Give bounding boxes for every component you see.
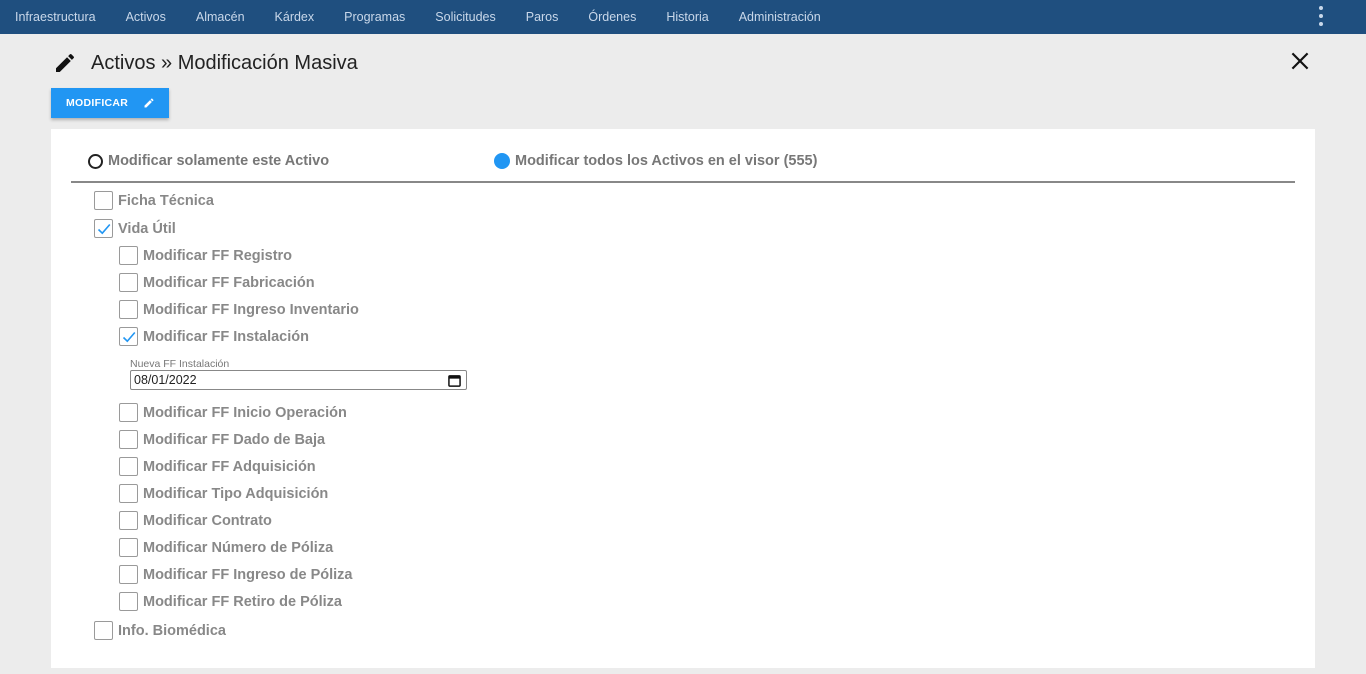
checkbox-ff-inicio-operacion[interactable]: Modificar FF Inicio Operación bbox=[119, 403, 347, 422]
close-icon[interactable] bbox=[1287, 48, 1313, 74]
checkbox-box[interactable] bbox=[119, 430, 138, 449]
checkbox-box[interactable] bbox=[119, 592, 138, 611]
checkbox-label: Modificar Tipo Adquisición bbox=[143, 485, 329, 502]
checkbox-label: Modificar FF Ingreso de Póliza bbox=[143, 566, 353, 583]
radio-modify-single-label: Modificar solamente este Activo bbox=[108, 153, 330, 169]
checkbox-box[interactable] bbox=[119, 300, 138, 319]
modify-button-label: MODIFICAR bbox=[66, 97, 129, 109]
checkbox-box[interactable] bbox=[119, 273, 138, 292]
checkbox-label: Modificar FF Adquisición bbox=[143, 458, 316, 475]
checkbox-box[interactable] bbox=[119, 565, 138, 584]
divider bbox=[71, 181, 1295, 183]
checkbox-label: Modificar Contrato bbox=[143, 512, 272, 529]
page-title: Activos » Modificación Masiva bbox=[91, 51, 358, 74]
nav-item-ordenes[interactable]: Órdenes bbox=[573, 0, 651, 34]
page-header: Activos » Modificación Masiva bbox=[53, 48, 358, 78]
checkbox-box[interactable] bbox=[94, 219, 113, 238]
checkbox-label: Ficha Técnica bbox=[118, 192, 214, 209]
pencil-icon bbox=[56, 53, 75, 72]
nav-item-solicitudes[interactable]: Solicitudes bbox=[420, 0, 510, 34]
checkmark-icon bbox=[97, 223, 111, 235]
nav-item-historia[interactable]: Historia bbox=[651, 0, 723, 34]
checkbox-ff-registro[interactable]: Modificar FF Registro bbox=[119, 246, 292, 265]
pencil-icon bbox=[144, 98, 154, 108]
checkbox-vida-util[interactable]: Vida Útil bbox=[94, 219, 176, 238]
checkbox-box[interactable] bbox=[119, 246, 138, 265]
modify-button[interactable]: MODIFICAR bbox=[51, 88, 169, 118]
nav-item-activos[interactable]: Activos bbox=[111, 0, 181, 34]
checkbox-label: Modificar FF Instalación bbox=[143, 328, 309, 345]
checkbox-box[interactable] bbox=[119, 457, 138, 476]
more-vert-icon[interactable] bbox=[1318, 6, 1324, 26]
checkbox-label: Modificar Número de Póliza bbox=[143, 539, 334, 556]
top-navigation-bar: Infraestructura Activos Almacén Kárdex P… bbox=[0, 0, 1366, 34]
checkbox-contrato[interactable]: Modificar Contrato bbox=[119, 511, 272, 530]
checkbox-label: Modificar FF Fabricación bbox=[143, 274, 315, 291]
checkbox-ff-retiro-poliza[interactable]: Modificar FF Retiro de Póliza bbox=[119, 592, 342, 611]
checkbox-ficha-tecnica[interactable]: Ficha Técnica bbox=[94, 191, 214, 210]
radio-modify-all-label: Modificar todos los Activos en el visor … bbox=[515, 153, 818, 169]
checkbox-label: Modificar FF Inicio Operación bbox=[143, 404, 347, 421]
checkbox-label: Vida Útil bbox=[118, 220, 176, 237]
checkmark-icon bbox=[122, 331, 136, 343]
checkbox-ff-instalacion[interactable]: Modificar FF Instalación bbox=[119, 327, 309, 346]
checkbox-label: Modificar FF Retiro de Póliza bbox=[143, 593, 342, 610]
modification-panel: Modificar solamente este Activo Modifica… bbox=[51, 129, 1315, 668]
checkbox-ff-adquisicion[interactable]: Modificar FF Adquisición bbox=[119, 457, 316, 476]
checkbox-box[interactable] bbox=[94, 191, 113, 210]
checkbox-info-biomedica[interactable]: Info. Biomédica bbox=[94, 621, 226, 640]
nav-item-administracion[interactable]: Administración bbox=[724, 0, 836, 34]
nav-item-paros[interactable]: Paros bbox=[511, 0, 574, 34]
checkbox-box[interactable] bbox=[119, 511, 138, 530]
radio-selected-icon[interactable] bbox=[494, 153, 510, 169]
nav-item-kardex[interactable]: Kárdex bbox=[260, 0, 330, 34]
checkbox-ff-ingreso-inventario[interactable]: Modificar FF Ingreso Inventario bbox=[119, 300, 359, 319]
nav-item-programas[interactable]: Programas bbox=[329, 0, 420, 34]
checkbox-label: Info. Biomédica bbox=[118, 622, 226, 639]
radio-modify-single[interactable]: Modificar solamente este Activo bbox=[88, 153, 329, 169]
checkbox-tipo-adquisicion[interactable]: Modificar Tipo Adquisición bbox=[119, 484, 328, 503]
checkbox-box[interactable] bbox=[94, 621, 113, 640]
checkbox-label: Modificar FF Registro bbox=[143, 247, 293, 264]
checkbox-box[interactable] bbox=[119, 327, 138, 346]
checkbox-label: Modificar FF Ingreso Inventario bbox=[143, 301, 359, 318]
checkbox-numero-poliza[interactable]: Modificar Número de Póliza bbox=[119, 538, 333, 557]
date-field-label: Nueva FF Instalación bbox=[130, 358, 230, 370]
checkbox-ff-ingreso-poliza[interactable]: Modificar FF Ingreso de Póliza bbox=[119, 565, 352, 584]
checkbox-box[interactable] bbox=[119, 403, 138, 422]
nav-item-almacen[interactable]: Almacén bbox=[181, 0, 260, 34]
nav-item-infraestructura[interactable]: Infraestructura bbox=[0, 0, 111, 34]
checkbox-ff-fabricacion[interactable]: Modificar FF Fabricación bbox=[119, 273, 315, 292]
radio-modify-all[interactable]: Modificar todos los Activos en el visor … bbox=[494, 153, 817, 169]
checkbox-box[interactable] bbox=[119, 538, 138, 557]
date-input-value: 08/01/2022 bbox=[134, 373, 197, 387]
checkbox-label: Modificar FF Dado de Baja bbox=[143, 431, 326, 448]
checkbox-ff-dado-de-baja[interactable]: Modificar FF Dado de Baja bbox=[119, 430, 325, 449]
checkbox-box[interactable] bbox=[119, 484, 138, 503]
calendar-icon[interactable] bbox=[448, 374, 461, 387]
date-input-ff-instalacion[interactable]: 08/01/2022 bbox=[130, 370, 467, 390]
radio-unselected-icon[interactable] bbox=[88, 153, 103, 169]
